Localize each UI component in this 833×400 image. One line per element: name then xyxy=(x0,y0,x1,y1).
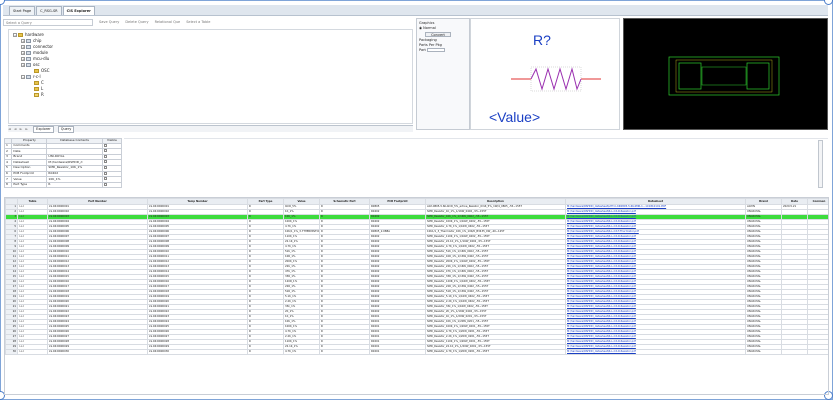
checkbox-icon[interactable] xyxy=(103,171,107,175)
folder-icon xyxy=(26,51,31,55)
folder-icon xyxy=(26,75,31,79)
datasheet-link[interactable]: M:\hardware\RSHDD_datasheet\R-L-CX-R-Res… xyxy=(565,349,746,355)
query-select[interactable]: Select a Query xyxy=(3,18,93,26)
footprint-preview xyxy=(623,18,828,130)
tab-nav-arrows[interactable]: ◄ ◄ ► ► xyxy=(8,127,29,131)
folder-icon xyxy=(34,87,39,91)
checkbox-icon[interactable] xyxy=(103,183,107,186)
cell-brand[interactable]: UNI-ROYAL xyxy=(745,349,782,355)
tab-query[interactable]: Query xyxy=(57,125,75,133)
folder-icon xyxy=(18,33,23,37)
parts-grid: Table Part Number Temp Number Part Type Valu… xyxy=(4,197,829,395)
schematic-preview: R? <Value> xyxy=(470,18,620,130)
property-cell: Part Type xyxy=(11,181,48,189)
table-row[interactable]: 30 r-c-l LS.0Z.RR00030 LS.0Z.RR00030 R 4.7K_1… xyxy=(5,349,828,355)
footprint-canvas xyxy=(668,56,780,96)
properties-scrollbar[interactable] xyxy=(818,140,823,188)
expander-icon[interactable]: + xyxy=(21,57,25,61)
checkbox-icon[interactable] xyxy=(103,177,107,181)
cell-table[interactable]: r-c-l xyxy=(17,349,48,355)
cell-part-type[interactable]: R xyxy=(247,349,284,355)
pad-left xyxy=(678,62,702,90)
part-label: Part xyxy=(419,48,426,52)
table-select[interactable]: Select a Table xyxy=(186,20,210,24)
checkbox-icon[interactable] xyxy=(103,144,107,147)
expander-icon[interactable]: + xyxy=(21,39,25,43)
footprint-body xyxy=(701,66,747,86)
cell-value[interactable]: 10K/1_1%_3.7THERMISTOR xyxy=(283,229,320,235)
tab-explorer[interactable]: Explorer xyxy=(33,125,54,133)
cell-value[interactable]: 4.7K_1% xyxy=(283,349,320,355)
save-query-button[interactable]: Save Query xyxy=(99,20,119,24)
checkbox-icon[interactable] xyxy=(103,160,107,164)
properties-area xyxy=(124,138,828,190)
relational-query-checkbox[interactable]: Relational Que xyxy=(155,20,181,24)
cell-date[interactable] xyxy=(781,349,808,355)
cell-part-number[interactable]: LS.0Z.RR00030 xyxy=(47,349,148,355)
checkbox-icon[interactable] xyxy=(103,166,107,169)
folder-icon xyxy=(34,81,39,85)
expander-icon[interactable]: − xyxy=(21,75,25,79)
folder-icon xyxy=(26,63,31,67)
explorer-tree: − hardware + chip + connector + module + mcu-dlu +… xyxy=(8,29,413,124)
tree-node-label: R xyxy=(41,92,44,97)
pad-right xyxy=(746,62,770,90)
folder-icon xyxy=(34,93,39,97)
checkbox-icon[interactable] xyxy=(103,149,107,153)
ref-designator: R? xyxy=(533,32,551,48)
cell-commen[interactable] xyxy=(807,349,828,355)
tree-node-label: osc xyxy=(33,62,40,67)
cell-description[interactable]: SMD_Resistor_4.7K_1%_1/20W_0201_-55~155T xyxy=(425,349,566,355)
delete-query-button[interactable]: Delete Query xyxy=(125,20,148,24)
convert-button[interactable]: Convert xyxy=(425,32,451,37)
row-number[interactable]: 30 xyxy=(5,349,18,355)
expander-icon[interactable]: + xyxy=(21,45,25,49)
property-cell: R xyxy=(46,181,103,189)
property-cell: 8 xyxy=(3,181,13,189)
cell-pcb-footprint[interactable]: R0201 xyxy=(369,349,426,355)
folder-icon xyxy=(34,69,39,73)
part-field[interactable] xyxy=(427,48,446,52)
tab-start-page[interactable]: Start Page xyxy=(9,6,36,15)
schematic-canvas: R? <Value> xyxy=(489,32,601,125)
folder-icon xyxy=(26,57,31,61)
document-tabs: Start Page C_RSG-SR CIS Explorer xyxy=(3,5,828,16)
expander-icon[interactable]: + xyxy=(21,63,25,67)
tree-node-label: OSC xyxy=(41,68,50,73)
graphics-panel: Graphics ◉ Normal Convert Packaging Part… xyxy=(416,18,470,130)
visible-checkbox[interactable] xyxy=(101,181,123,189)
checkbox-icon[interactable] xyxy=(103,155,107,158)
expander-icon[interactable]: + xyxy=(21,51,25,55)
tree-node-r[interactable]: R xyxy=(13,92,408,98)
value-label: <Value> xyxy=(489,109,540,125)
courtyard xyxy=(675,59,773,93)
folder-icon xyxy=(26,45,31,49)
normal-label: Normal xyxy=(423,26,436,30)
tab-cis-explorer[interactable]: CIS Explorer xyxy=(62,6,95,15)
property-row[interactable]: 8 Part Type R xyxy=(3,181,123,189)
tab-c-rsg-sr[interactable]: C_RSG-SR xyxy=(36,6,62,15)
tree-node-label: r-c-l xyxy=(33,74,41,79)
properties-table: Property Database Contents Visible 1 Commen… xyxy=(3,138,124,190)
explorer-bottom-tabs: ◄ ◄ ► ► Explorer Query xyxy=(8,125,413,133)
folder-icon xyxy=(26,39,31,43)
query-toolbar: Select a Query Save Query Delete Query R… xyxy=(3,18,413,26)
normal-radio[interactable]: ◉ Normal xyxy=(419,26,467,31)
cell-schematic-part[interactable]: R xyxy=(319,349,370,355)
expander-icon[interactable]: − xyxy=(13,33,17,37)
cell-temp-number[interactable]: LS.0Z.RR00030 xyxy=(147,349,248,355)
resistor-zigzag-icon xyxy=(530,67,582,91)
